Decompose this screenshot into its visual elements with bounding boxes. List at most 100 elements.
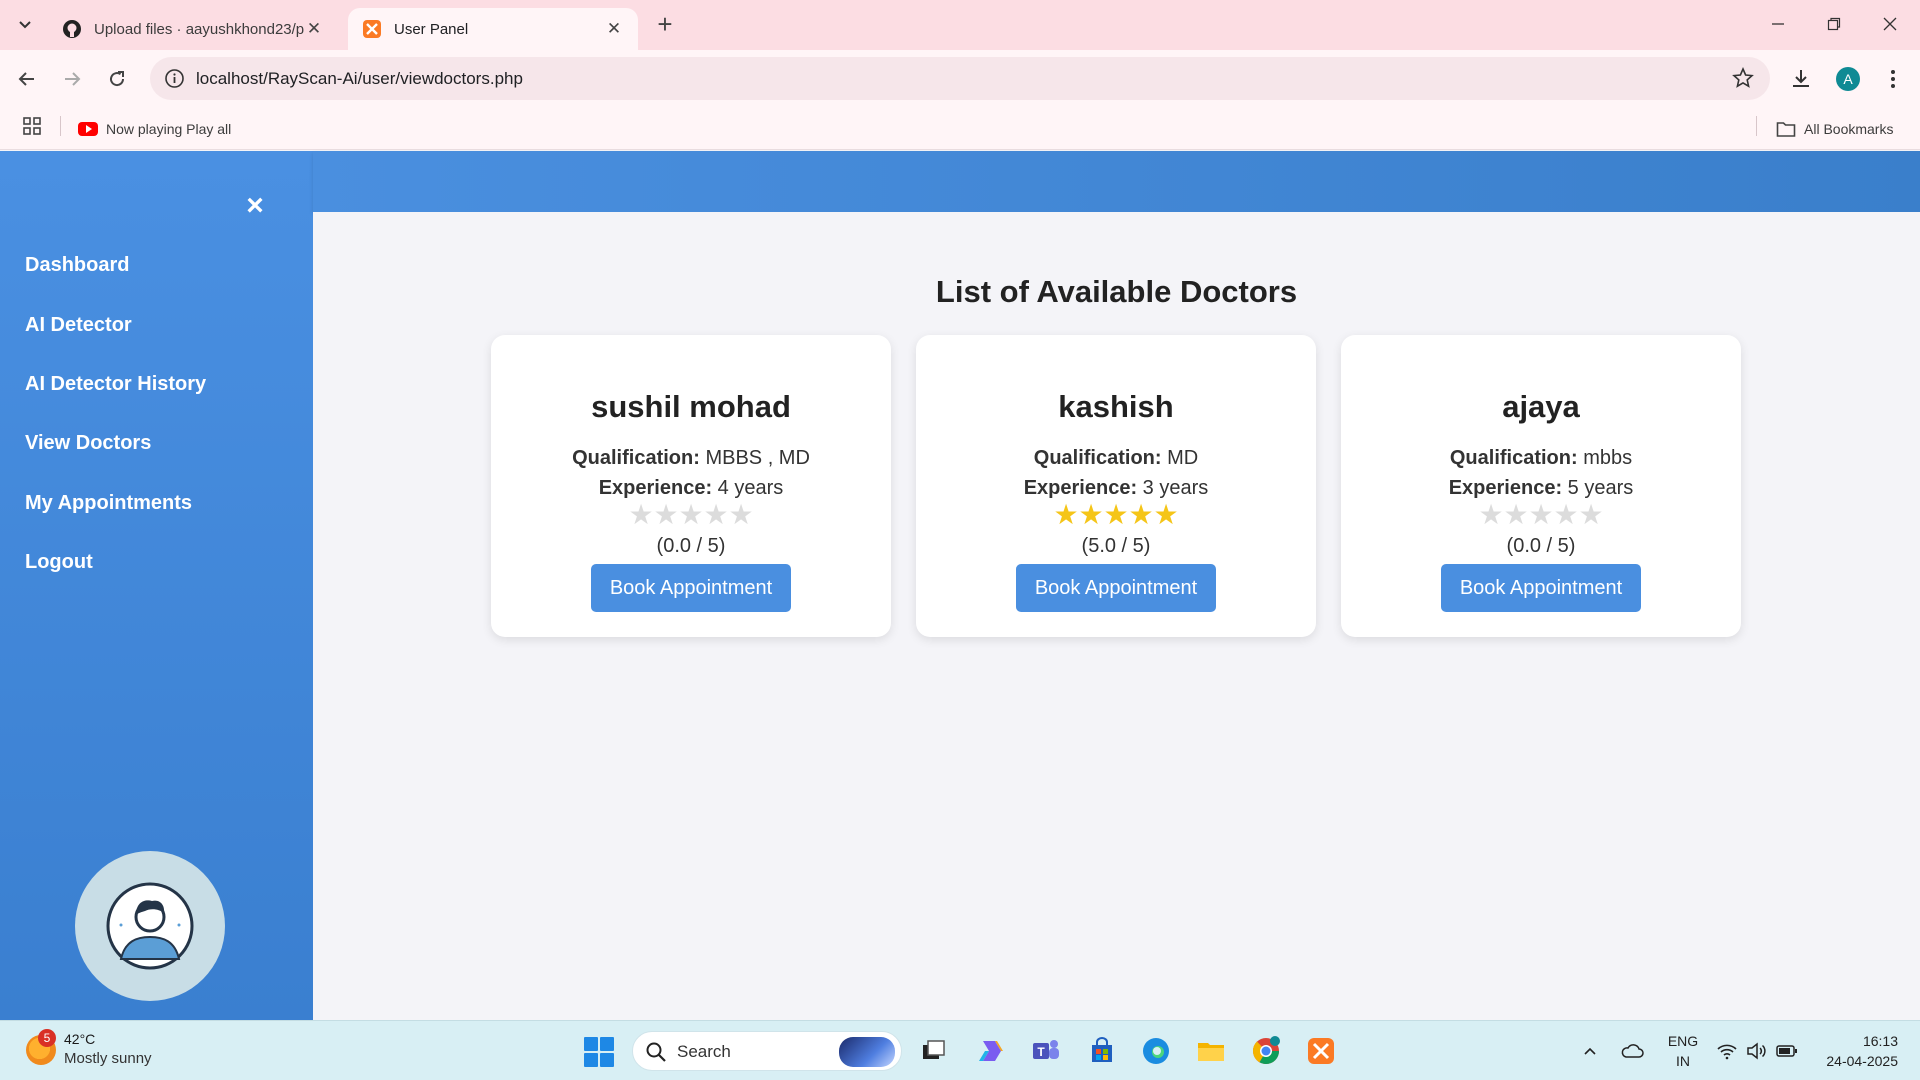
new-tab-button[interactable]: +: [650, 10, 680, 40]
copilot-icon[interactable]: [975, 1035, 1007, 1067]
onedrive-button[interactable]: [1620, 1021, 1644, 1080]
kebab-menu-icon: [1891, 70, 1895, 88]
weather-temperature[interactable]: 42°C: [64, 1031, 95, 1047]
book-appointment-button[interactable]: Book Appointment: [591, 564, 791, 612]
show-hidden-icons-button[interactable]: [1582, 1021, 1598, 1080]
sidebar-item-logout[interactable]: Logout: [25, 551, 93, 574]
taskbar-search[interactable]: Search: [632, 1031, 902, 1071]
sidebar-item-ai-detector[interactable]: AI Detector: [25, 314, 132, 337]
minimize-icon: [1772, 23, 1784, 25]
folder-icon: [1776, 122, 1796, 137]
sidebar-item-ai-detector-history[interactable]: AI Detector History: [25, 373, 206, 396]
speaker-icon: [1747, 1042, 1766, 1060]
browser-toolbar: localhost/RayScan-Ai/user/viewdoctors.ph…: [0, 50, 1920, 108]
star-empty-icon: ★: [678, 499, 704, 530]
sidebar-item-my-appointments[interactable]: My Appointments: [25, 492, 192, 515]
close-icon[interactable]: ✕: [304, 19, 324, 39]
page-title: List of Available Doctors: [935, 274, 1298, 309]
bookmark-youtube[interactable]: Now playing Play all: [78, 108, 231, 150]
all-bookmarks-button[interactable]: All Bookmarks: [1776, 108, 1893, 150]
xampp-icon[interactable]: [1305, 1035, 1337, 1067]
tab-user-panel[interactable]: User Panel ✕: [348, 8, 638, 50]
rating-value: (0.0 / 5): [656, 535, 726, 557]
minimize-button[interactable]: [1750, 8, 1806, 40]
sidebar-item-view-doctors[interactable]: View Doctors: [25, 432, 151, 455]
teams-icon[interactable]: T: [1030, 1035, 1062, 1067]
book-appointment-button[interactable]: Book Appointment: [1441, 564, 1641, 612]
sidebar: × Dashboard AI Detector AI Detector Hist…: [0, 151, 313, 1020]
tab-title: Upload files · aayushkhond23/p: [94, 20, 304, 38]
weather-description[interactable]: Mostly sunny: [64, 1050, 152, 1067]
xampp-icon: [362, 19, 382, 39]
browser-menu-button[interactable]: [1878, 64, 1908, 94]
language-indicator[interactable]: ENG IN: [1666, 1031, 1700, 1071]
book-appointment-button[interactable]: Book Appointment: [1016, 564, 1216, 612]
star-rating: ★★★★★: [916, 498, 1316, 531]
wifi-icon: [1717, 1044, 1737, 1060]
task-view-icon[interactable]: [918, 1035, 950, 1067]
qualification-row: Qualification: MD: [916, 447, 1316, 470]
apps-button[interactable]: [22, 116, 42, 141]
url-text[interactable]: localhost/RayScan-Ai/user/viewdoctors.ph…: [196, 57, 523, 100]
file-explorer-icon[interactable]: [1195, 1035, 1227, 1067]
system-clock[interactable]: 16:13 24-04-2025: [1812, 1031, 1898, 1071]
store-icon[interactable]: [1086, 1035, 1118, 1067]
divider: [1756, 116, 1757, 136]
clock-time: 16:13: [1862, 1033, 1898, 1049]
tab-search-button[interactable]: [8, 8, 42, 42]
qualification-label: Qualification:: [1033, 447, 1162, 469]
site-info-icon[interactable]: [164, 68, 185, 89]
reload-button[interactable]: [102, 64, 132, 94]
close-icon[interactable]: ✕: [604, 19, 624, 39]
close-sidebar-button[interactable]: ×: [240, 191, 270, 221]
back-button[interactable]: [12, 64, 42, 94]
bookmark-label: Now playing Play all: [106, 121, 232, 137]
experience-row: Experience: 4 years: [491, 477, 891, 500]
qualification-row: Qualification: mbbs: [1341, 447, 1741, 470]
star-empty-icon: ★: [1503, 499, 1529, 530]
svg-text:T: T: [1037, 1045, 1045, 1059]
bookmark-star-icon[interactable]: [1732, 67, 1754, 89]
star-empty-icon: ★: [628, 499, 654, 530]
experience-label: Experience:: [1023, 477, 1138, 499]
address-bar[interactable]: localhost/RayScan-Ai/user/viewdoctors.ph…: [150, 57, 1770, 100]
experience-value: 3 years: [1142, 477, 1209, 499]
star-rating: ★★★★★: [491, 498, 891, 531]
region-code: IN: [1676, 1053, 1690, 1069]
volume-button[interactable]: [1746, 1021, 1768, 1080]
experience-value: 5 years: [1567, 477, 1634, 499]
tab-github-upload[interactable]: Upload files · aayushkhond23/p ✕: [48, 8, 338, 50]
chevron-up-icon: [1584, 1047, 1596, 1055]
profile-avatar: A: [1836, 67, 1860, 91]
sidebar-item-dashboard[interactable]: Dashboard: [25, 254, 129, 277]
downloads-button[interactable]: [1786, 64, 1816, 94]
start-button[interactable]: [584, 1037, 614, 1067]
qualification-label: Qualification:: [1449, 447, 1578, 469]
chrome-icon[interactable]: [1250, 1035, 1282, 1067]
download-icon: [1793, 70, 1809, 87]
battery-button[interactable]: [1776, 1021, 1798, 1080]
profile-button[interactable]: A: [1833, 64, 1863, 94]
restore-button[interactable]: [1806, 8, 1862, 40]
user-avatar-icon: [106, 882, 194, 970]
forward-button[interactable]: [57, 64, 87, 94]
network-button[interactable]: [1716, 1021, 1738, 1080]
all-bookmarks-label: All Bookmarks: [1804, 121, 1894, 137]
experience-value: 4 years: [717, 477, 784, 499]
star-empty-icon: ★: [703, 499, 729, 530]
doctor-card: sushil mohad Qualification: MBBS , MD Ex…: [491, 335, 891, 637]
close-icon: [1883, 17, 1897, 31]
star-empty-icon: ★: [653, 499, 679, 530]
chevron-down-icon: [19, 21, 31, 29]
qualification-label: Qualification:: [572, 447, 700, 469]
edge-icon[interactable]: [1140, 1035, 1172, 1067]
experience-label: Experience:: [1448, 477, 1563, 499]
close-window-button[interactable]: [1862, 8, 1918, 40]
search-icon: [646, 1042, 666, 1062]
star-empty-icon: ★: [728, 499, 754, 530]
star-filled-icon: ★: [1053, 499, 1079, 530]
github-icon: [62, 19, 82, 39]
qualification-value: mbbs: [1583, 447, 1633, 469]
star-empty-icon: ★: [1578, 499, 1604, 530]
battery-icon: [1776, 1045, 1797, 1057]
